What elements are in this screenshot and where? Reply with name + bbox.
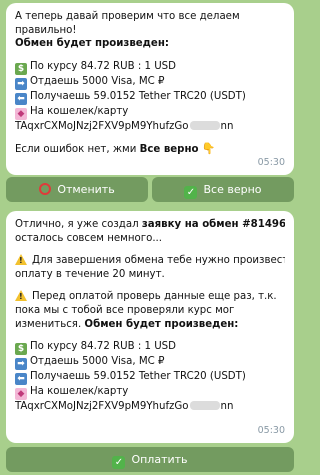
- redacted-blur: [189, 401, 220, 411]
- pay-button[interactable]: ✓ Оплатить: [6, 447, 294, 472]
- wallet-label-row: ◆ На кошелек/карту: [15, 105, 285, 120]
- cake-icon: ◆: [15, 107, 27, 120]
- warning-icon: !: [15, 254, 27, 266]
- give-text-2: Отдаешь 5000 Visa, MC ₽: [30, 356, 165, 368]
- message-bubble-exchange-check: А теперь давай проверим что все делаем п…: [6, 3, 294, 175]
- exchange-header-2: Обмен будет произведен:: [84, 318, 239, 330]
- cancel-button[interactable]: Отменить: [6, 177, 148, 202]
- give-row-2: ➡ Отдаешь 5000 Visa, MC ₽: [15, 355, 285, 371]
- get-row-2: ⬅ Получаешь 59.0152 Tether TRC20 (USDT): [15, 370, 285, 386]
- arrow-right-icon: ➡: [15, 358, 27, 371]
- intro-line-1: А теперь давай проверим что все делаем: [15, 11, 240, 22]
- wallet-prefix-2: TAqxrCXMoJNzj2FXV9pM9YhufzGo: [15, 401, 189, 413]
- get-row: ⬅ Получаешь 59.0152 Tether TRC20 (USDT): [15, 90, 285, 105]
- confirm-label: Все верно: [203, 183, 262, 196]
- warn2-line-3: измениться. Обмен будет произведен:: [15, 318, 285, 332]
- cancel-label: Отменить: [57, 183, 115, 196]
- pointing-down-icon: 👇: [201, 142, 216, 156]
- order-pre: Отлично, я уже создал: [15, 219, 142, 230]
- cake-icon: ◆: [15, 388, 27, 401]
- message-bubble-order-created: Отлично, я уже создал заявку на обмен #8…: [6, 211, 294, 443]
- warn1-line-1: ! Для завершения обмена тебе нужно произв…: [15, 254, 285, 268]
- order-number: заявку на обмен #8149679: [141, 219, 285, 230]
- wallet-suffix-2: nn: [220, 401, 234, 413]
- exchange-header: Обмен будет произведен:: [15, 38, 169, 50]
- warning-icon: !: [15, 290, 27, 302]
- wallet-prefix: TAqxrCXMoJNzj2FXV9pM9YhufzGo: [15, 120, 189, 132]
- check-prompt: Если ошибок нет, жми Все верно 👇: [15, 142, 285, 157]
- give-row: ➡ Отдаешь 5000 Visa, MC ₽: [15, 75, 285, 90]
- check-bold: Все верно: [139, 144, 199, 156]
- arrow-left-icon: ⬅: [15, 92, 27, 105]
- red-circle-icon: [39, 183, 52, 195]
- intro-line-2: правильно!: [15, 24, 77, 36]
- warn2-text-1: Перед оплатой проверь данные еще раз, т.…: [32, 291, 277, 303]
- warn2-line-2: пока мы с тобой все проверяли курс мог: [15, 304, 235, 316]
- check-mark-icon: ✓: [184, 186, 198, 199]
- rate-text-2: По курсу 84.72 RUB : 1 USD: [30, 341, 176, 353]
- warn2-line-1: ! Перед оплатой проверь данные еще раз, т…: [15, 290, 285, 304]
- wallet-label-row-2: ◆ На кошелек/карту: [15, 385, 285, 401]
- money-icon: $: [15, 343, 27, 356]
- order-line-1: Отлично, я уже создал заявку на обмен #8…: [15, 218, 285, 232]
- order-line-2: осталось совсем немного...: [15, 232, 163, 244]
- redacted-blur: [189, 120, 220, 130]
- give-text: Отдаешь 5000 Visa, MC ₽: [30, 75, 165, 87]
- arrow-right-icon: ➡: [15, 77, 27, 90]
- rate-text: По курсу 84.72 RUB : 1 USD: [30, 60, 176, 72]
- check-text: Если ошибок нет, жми: [15, 144, 140, 156]
- confirm-button[interactable]: ✓ Все верно: [152, 177, 294, 202]
- money-icon: $: [15, 62, 27, 75]
- wallet-address-2: TAqxrCXMoJNzj2FXV9pM9YhufzGo nn: [15, 400, 285, 414]
- check-mark-icon: ✓: [112, 456, 126, 469]
- rate-row: $ По курсу 84.72 RUB : 1 USD: [15, 60, 285, 75]
- wallet-address: TAqxrCXMoJNzj2FXV9pM9YhufzGo nn: [15, 120, 285, 134]
- message-time: 05:30: [257, 157, 285, 169]
- wallet-label: На кошелек/карту: [30, 105, 129, 117]
- get-text: Получаешь 59.0152 Tether TRC20 (USDT): [30, 90, 246, 102]
- warn1-text-1: Для завершения обмена тебе нужно произве…: [32, 255, 285, 267]
- wallet-label-2: На кошелек/карту: [30, 386, 129, 398]
- wallet-suffix: nn: [220, 120, 234, 132]
- arrow-left-icon: ⬅: [15, 373, 27, 386]
- warn2-pre: измениться.: [15, 318, 85, 330]
- get-text-2: Получаешь 59.0152 Tether TRC20 (USDT): [30, 371, 246, 383]
- message-time-2: 05:30: [257, 425, 285, 437]
- rate-row-2: $ По курсу 84.72 RUB : 1 USD: [15, 340, 285, 356]
- pay-label: Оплатить: [131, 453, 188, 466]
- warn1-line-2: оплату в течение 20 минут.: [15, 268, 165, 280]
